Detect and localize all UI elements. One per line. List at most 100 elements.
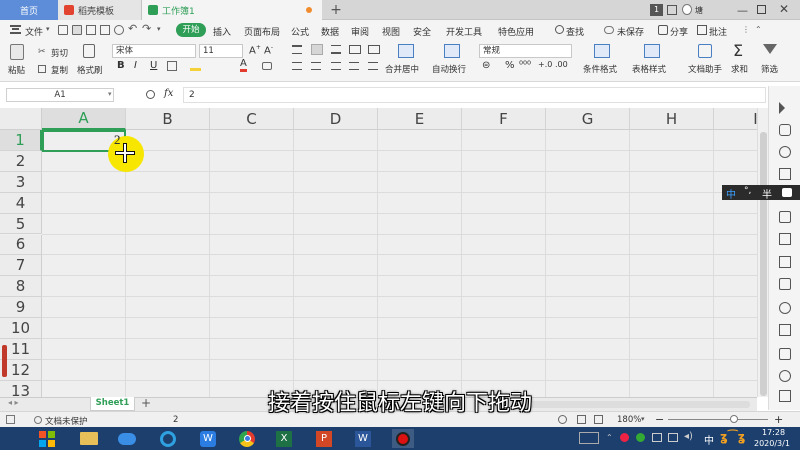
align-top-icon[interactable] <box>292 45 302 54</box>
row-header-2[interactable]: 2 <box>0 150 42 172</box>
cut-button[interactable]: 剪切 <box>51 47 68 59</box>
powerpoint-icon[interactable]: P <box>313 429 335 448</box>
chart-panel-icon[interactable] <box>779 256 791 268</box>
start-button[interactable] <box>36 429 58 448</box>
minimize-button[interactable]: — <box>737 4 748 17</box>
page-layout-view-icon[interactable] <box>594 415 603 424</box>
new-file-icon[interactable] <box>58 25 68 35</box>
sheet-tab-sheet1[interactable]: Sheet1 <box>90 397 135 411</box>
italic-icon[interactable]: I <box>134 60 137 71</box>
paste-button[interactable]: 粘贴 <box>8 64 25 76</box>
help-icon[interactable] <box>779 302 791 314</box>
sum-button[interactable]: 求和 <box>731 63 748 75</box>
print-preview-icon[interactable] <box>86 25 96 35</box>
window-list-icon[interactable] <box>667 5 677 15</box>
tab-start[interactable]: 开始 <box>176 23 206 37</box>
border-icon[interactable] <box>167 61 177 71</box>
export-icon[interactable] <box>114 25 124 35</box>
column-header-h[interactable]: H <box>630 108 714 130</box>
tab-page-layout[interactable]: 页面布局 <box>244 25 280 38</box>
ie-browser-icon[interactable] <box>157 429 179 448</box>
volume-icon[interactable]: ◂) <box>684 431 693 442</box>
clock-date[interactable]: 2020/3/1 <box>754 439 790 448</box>
currency-icon[interactable]: ⊜ <box>482 60 490 71</box>
column-header-b[interactable]: B <box>126 108 210 130</box>
excel-icon[interactable]: X <box>273 429 295 448</box>
table-style-icon[interactable] <box>644 44 660 58</box>
doc-helper-button[interactable]: 文档助手 <box>688 63 722 75</box>
vertical-scrollbar[interactable] <box>757 108 768 397</box>
wps-writer-icon[interactable]: W <box>197 429 219 448</box>
tab-formulas[interactable]: 公式 <box>291 25 309 38</box>
backup-icon[interactable] <box>779 211 791 223</box>
merge-icon[interactable] <box>398 44 414 58</box>
shrink-font-icon[interactable]: A- <box>264 44 273 56</box>
row-header-1[interactable]: 1 <box>0 130 42 151</box>
menu-file[interactable]: 文件 <box>25 25 43 38</box>
column-header-i[interactable]: I <box>714 108 757 130</box>
tab-developer[interactable]: 开发工具 <box>446 25 482 38</box>
row-header-7[interactable]: 7 <box>0 255 42 277</box>
undo-icon[interactable]: ↶ <box>128 22 137 35</box>
ime-half-width[interactable]: 半 <box>762 186 772 201</box>
keyboard-icon[interactable] <box>579 432 599 444</box>
clock-time[interactable]: 17:28 <box>762 428 785 437</box>
ime-chinese-mode[interactable]: 中 <box>726 186 736 201</box>
zoom-slider-thumb[interactable] <box>730 415 738 423</box>
tab-daoke-template[interactable]: 稻壳模板 <box>58 0 142 20</box>
more-icon[interactable]: ⋮ <box>742 25 750 34</box>
fill-color-icon[interactable] <box>190 61 201 71</box>
add-sheet-button[interactable]: + <box>141 396 151 410</box>
customize-icon[interactable]: ▾ <box>157 25 161 33</box>
select-all-corner[interactable] <box>0 108 42 130</box>
align-center-icon[interactable] <box>311 62 321 70</box>
align-middle-icon[interactable] <box>311 44 323 55</box>
maximize-button[interactable] <box>757 5 766 14</box>
number-format-select[interactable]: 常规 <box>479 44 572 58</box>
font-name-select[interactable]: 宋体 <box>112 44 196 58</box>
row-header-10[interactable]: 10 <box>0 318 42 339</box>
tab-workbook[interactable]: 工作簿1 <box>142 0 322 20</box>
close-button[interactable]: ✕ <box>779 2 789 16</box>
table-style-button[interactable]: 表格样式 <box>632 63 666 75</box>
underline-icon[interactable]: U <box>150 60 157 71</box>
formula-input[interactable]: 2 <box>183 87 766 103</box>
row-header-5[interactable]: 5 <box>0 213 42 235</box>
document-protection-status[interactable]: 文档未保护 <box>45 415 88 427</box>
sum-icon[interactable]: Σ <box>733 41 743 60</box>
thousands-icon[interactable]: ⁰⁰⁰ <box>519 60 531 71</box>
tools-icon[interactable] <box>779 390 791 402</box>
grow-font-icon[interactable]: A+ <box>249 44 261 56</box>
distributed-icon[interactable] <box>368 62 378 70</box>
tray-network-icon[interactable] <box>668 433 678 442</box>
format-painter-button[interactable]: 格式刷 <box>77 64 103 76</box>
percent-icon[interactable]: % <box>505 60 515 71</box>
ime-punctuation[interactable]: °, <box>744 186 751 196</box>
align-bottom-icon[interactable] <box>331 45 341 54</box>
increase-decimal-icon[interactable]: +.0 <box>538 60 552 69</box>
properties-icon[interactable] <box>779 233 791 245</box>
ime-skin-icon[interactable] <box>782 188 792 197</box>
sheet-nav-icons[interactable]: ◂ ▸ <box>8 398 19 407</box>
tray-app-icon[interactable] <box>620 433 629 442</box>
redo-icon[interactable]: ↷ <box>142 22 151 35</box>
clock-icon[interactable] <box>779 370 791 382</box>
column-header-d[interactable]: D <box>294 108 378 130</box>
zoom-search-icon[interactable] <box>146 90 155 99</box>
conditional-format-icon[interactable] <box>594 44 610 58</box>
search-command[interactable]: 查找 <box>566 25 584 38</box>
unsaved-status[interactable]: 未保存 <box>617 25 644 38</box>
column-header-f[interactable]: F <box>462 108 546 130</box>
page-icon[interactable] <box>779 324 791 336</box>
align-right-icon[interactable] <box>331 62 341 70</box>
zoom-slider-track[interactable] <box>668 419 768 420</box>
zoom-in-button[interactable]: + <box>774 413 783 426</box>
row-header-6[interactable]: 6 <box>0 234 42 256</box>
column-header-e[interactable]: E <box>378 108 462 130</box>
tab-security[interactable]: 安全 <box>413 25 431 38</box>
filter-icon[interactable] <box>763 44 777 54</box>
normal-view-icon[interactable] <box>577 415 586 424</box>
style-icon[interactable] <box>779 124 791 136</box>
robot-icon[interactable] <box>779 348 791 360</box>
column-header-a[interactable]: A <box>42 108 126 130</box>
